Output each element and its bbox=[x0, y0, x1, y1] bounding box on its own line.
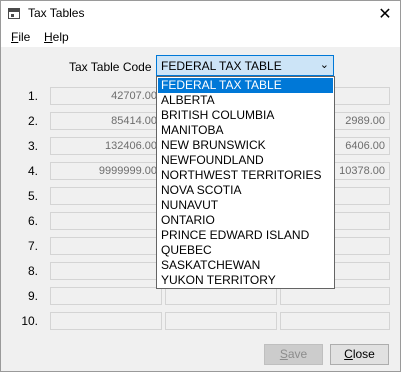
dropdown-option[interactable]: SASKATCHEWAN bbox=[158, 258, 333, 273]
dropdown-option[interactable]: YUKON TERRITORY bbox=[158, 273, 333, 288]
tax-table-dropdown-list: FEDERAL TAX TABLE ALBERTA BRITISH COLUMBIA… bbox=[156, 76, 335, 289]
bracket-cell-c1[interactable] bbox=[50, 212, 162, 230]
close-accel: C bbox=[344, 347, 353, 361]
row-number: 5. bbox=[27, 189, 38, 203]
dropdown-option[interactable]: FEDERAL TAX TABLE bbox=[158, 78, 333, 93]
bracket-cell-c1[interactable] bbox=[50, 287, 162, 305]
row-number: 1. bbox=[27, 89, 38, 103]
save-button[interactable]: Save bbox=[264, 344, 323, 365]
tax-table-code-label: Tax Table Code bbox=[69, 60, 152, 74]
row-number: 10. bbox=[21, 314, 38, 328]
menu-bar: File Help bbox=[1, 27, 400, 47]
row-number: 2. bbox=[27, 114, 38, 128]
dropdown-option[interactable]: ONTARIO bbox=[158, 213, 333, 228]
menu-help-accel: H bbox=[44, 30, 53, 44]
bracket-cell-c1[interactable]: 132406.00 bbox=[50, 137, 162, 155]
bracket-cell-c1[interactable] bbox=[50, 237, 162, 255]
save-rest: ave bbox=[287, 347, 308, 361]
dropdown-option[interactable]: NOVA SCOTIA bbox=[158, 183, 333, 198]
bracket-cell-c2[interactable] bbox=[165, 312, 277, 330]
dropdown-option[interactable]: NORTHWEST TERRITORIES bbox=[158, 168, 333, 183]
dropdown-option[interactable]: BRITISH COLUMBIA bbox=[158, 108, 333, 123]
bracket-cell-c3[interactable] bbox=[280, 287, 390, 305]
bracket-cell-c1[interactable]: 42707.00 bbox=[50, 87, 162, 105]
close-rest: lose bbox=[352, 347, 375, 361]
row-number: 8. bbox=[27, 264, 38, 278]
dropdown-option[interactable]: MANITOBA bbox=[158, 123, 333, 138]
menu-file-rest: ile bbox=[18, 30, 31, 44]
row-number: 3. bbox=[27, 139, 38, 153]
chevron-down-icon[interactable]: ⌄ bbox=[320, 58, 329, 71]
bracket-cell-c1[interactable] bbox=[50, 187, 162, 205]
dropdown-option[interactable]: NEW BRUNSWICK bbox=[158, 138, 333, 153]
tax-table-code-value: FEDERAL TAX TABLE bbox=[161, 59, 282, 73]
dropdown-option[interactable]: PRINCE EDWARD ISLAND bbox=[158, 228, 333, 243]
row-number: 9. bbox=[27, 289, 38, 303]
tax-tables-window: Tax Tables ✕ File Help Tax Table Code FE… bbox=[0, 0, 401, 372]
row-number: 6. bbox=[27, 214, 38, 228]
bracket-cell-c1[interactable]: 85414.00 bbox=[50, 112, 162, 130]
bracket-cell-c2[interactable] bbox=[165, 287, 277, 305]
row-number: 4. bbox=[27, 164, 38, 178]
dropdown-option[interactable]: ALBERTA bbox=[158, 93, 333, 108]
row-number: 7. bbox=[27, 239, 38, 253]
bracket-cell-c3[interactable] bbox=[280, 312, 390, 330]
dropdown-option[interactable]: NUNAVUT bbox=[158, 198, 333, 213]
menu-help[interactable]: Help bbox=[44, 30, 69, 44]
menu-file[interactable]: File bbox=[11, 30, 30, 44]
close-window-icon[interactable]: ✕ bbox=[370, 1, 400, 27]
menu-help-rest: elp bbox=[52, 30, 69, 44]
bracket-cell-c1[interactable] bbox=[50, 262, 162, 280]
close-button[interactable]: Close bbox=[330, 344, 389, 365]
tax-table-code-select[interactable]: FEDERAL TAX TABLE ⌄ bbox=[156, 55, 334, 76]
app-window-icon bbox=[8, 8, 20, 19]
bracket-cell-c1[interactable] bbox=[50, 312, 162, 330]
title-bar: Tax Tables ✕ bbox=[1, 1, 400, 27]
dropdown-option[interactable]: QUEBEC bbox=[158, 243, 333, 258]
window-title: Tax Tables bbox=[28, 6, 85, 20]
bracket-cell-c1[interactable]: 9999999.00 bbox=[50, 162, 162, 180]
dropdown-option[interactable]: NEWFOUNDLAND bbox=[158, 153, 333, 168]
save-accel: S bbox=[279, 347, 288, 361]
